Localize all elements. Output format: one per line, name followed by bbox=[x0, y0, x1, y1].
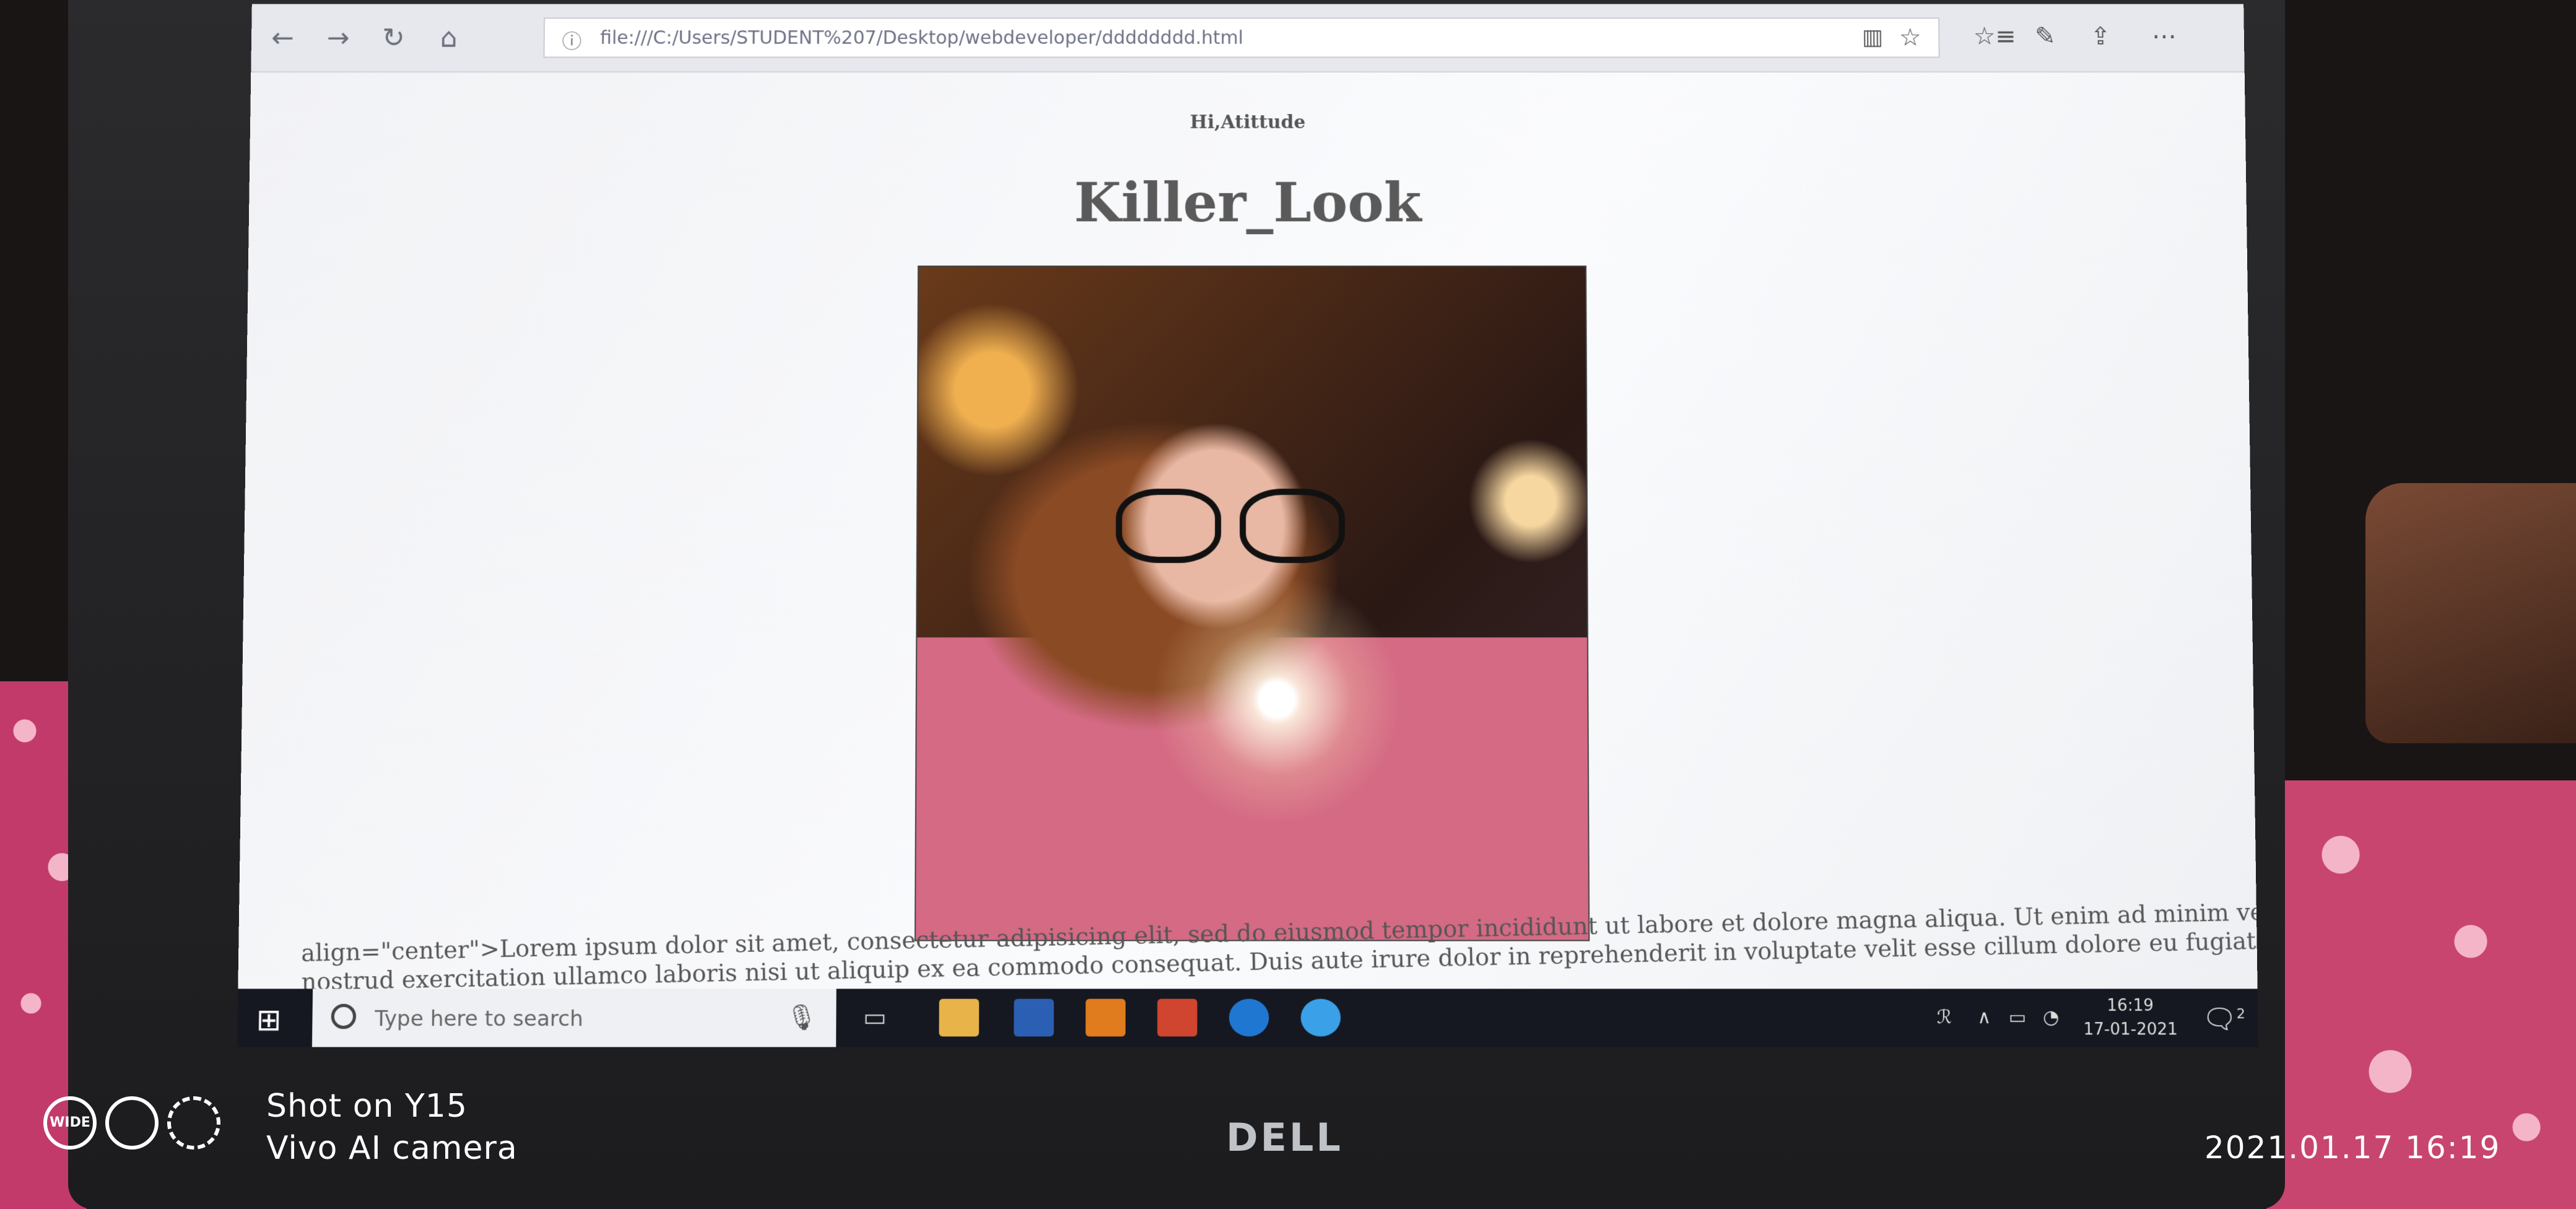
favorite-star-icon[interactable]: ☆ bbox=[1899, 24, 1921, 51]
laptop-screen: ← → ↻ ⌂ ⓘ file:///C:/Users/STUDENT%207/D… bbox=[237, 4, 2258, 1047]
lens-left bbox=[1115, 489, 1222, 563]
clock-date: 17-01-2021 bbox=[2083, 1020, 2178, 1039]
chair bbox=[2365, 483, 2576, 743]
taskbar-clock[interactable]: 16:19 17-01-2021 bbox=[2083, 994, 2178, 1042]
chevron-up-icon[interactable]: ∧ bbox=[1977, 1006, 1991, 1028]
small-heading: Hi,Atittude bbox=[1190, 111, 1306, 133]
notification-icon[interactable]: 🗨2 bbox=[2201, 1003, 2245, 1036]
home-icon[interactable]: ⌂ bbox=[433, 22, 465, 54]
edge-icon[interactable] bbox=[1229, 998, 1269, 1037]
task-view-icon[interactable]: ▭ bbox=[855, 999, 895, 1037]
laptop: ← → ↻ ⌂ ⓘ file:///C:/Users/STUDENT%207/D… bbox=[68, 0, 2285, 1209]
url-text: file:///C:/Users/STUDENT%207/Desktop/web… bbox=[600, 27, 1243, 49]
favorites-list-icon[interactable]: ☆≡ bbox=[1973, 22, 2016, 50]
address-bar[interactable]: ⓘ file:///C:/Users/STUDENT%207/Desktop/w… bbox=[543, 17, 1940, 58]
watermark-timestamp: 2021.01.17 16:19 bbox=[2204, 1130, 2501, 1166]
word-icon[interactable] bbox=[1014, 998, 1054, 1037]
wide-badge-icon: WIDE bbox=[43, 1096, 97, 1150]
back-icon[interactable]: ← bbox=[267, 22, 299, 54]
pen-icon[interactable]: ✎ bbox=[2035, 22, 2056, 50]
microphone-icon[interactable]: 🎙 bbox=[786, 1003, 817, 1032]
taskbar-search[interactable]: Type here to search 🎙 bbox=[311, 989, 837, 1047]
reading-view-icon[interactable]: ▥ bbox=[1862, 25, 1883, 50]
file-explorer-icon[interactable] bbox=[939, 998, 980, 1037]
glasses-shape bbox=[1115, 489, 1351, 563]
watermark-shot-on: Shot on Y15 bbox=[266, 1088, 468, 1125]
watermark-camera: Vivo AI camera bbox=[266, 1130, 518, 1167]
powerpoint-icon[interactable] bbox=[1157, 998, 1198, 1037]
info-icon: ⓘ bbox=[562, 30, 582, 53]
sublime-text-icon[interactable] bbox=[1086, 998, 1126, 1037]
page-title: Killer_Look bbox=[1074, 170, 1422, 235]
taskbar: ⊞ Type here to search 🎙 ▭ ℛ ∧ ▭ ◔ 16:19 … bbox=[237, 989, 2258, 1047]
portrait-photo bbox=[914, 265, 1590, 941]
forward-icon[interactable]: → bbox=[322, 22, 354, 54]
battery-icon[interactable]: ▭ bbox=[2008, 1006, 2026, 1028]
browser-toolbar: ← → ↻ ⌂ ⓘ file:///C:/Users/STUDENT%207/D… bbox=[251, 4, 2245, 73]
internet-explorer-icon[interactable] bbox=[1300, 998, 1341, 1037]
windows-start-icon[interactable]: ⊞ bbox=[256, 1003, 281, 1038]
cortana-icon bbox=[331, 1003, 357, 1029]
notification-count: 2 bbox=[2236, 1006, 2246, 1023]
people-icon[interactable]: ℛ bbox=[1937, 1006, 1952, 1028]
wifi-icon[interactable]: ◔ bbox=[2043, 1006, 2060, 1028]
web-page: Hi,Atittude Killer_Look align="center">L… bbox=[238, 72, 2258, 996]
lens-ring-icon bbox=[105, 1096, 159, 1150]
more-icon[interactable]: ⋯ bbox=[2152, 22, 2177, 50]
dell-logo: DELL bbox=[1226, 1115, 1343, 1160]
lens-ring-dashed-icon bbox=[167, 1096, 220, 1150]
refresh-icon[interactable]: ↻ bbox=[377, 22, 409, 54]
search-placeholder: Type here to search bbox=[374, 1006, 583, 1032]
share-icon[interactable]: ⇪ bbox=[2090, 22, 2111, 50]
lens-right bbox=[1239, 489, 1346, 563]
clock-time: 16:19 bbox=[2107, 996, 2154, 1016]
